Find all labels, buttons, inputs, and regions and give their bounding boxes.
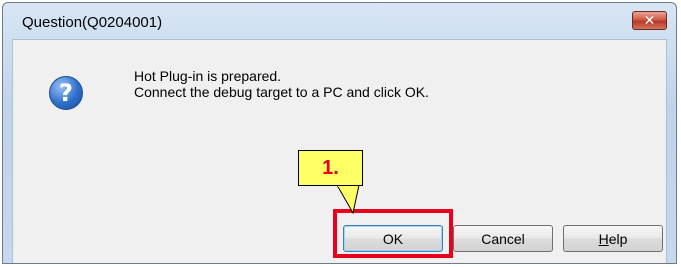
help-button[interactable]: Help bbox=[563, 225, 663, 252]
cancel-button[interactable]: Cancel bbox=[453, 225, 553, 252]
question-icon: ? bbox=[49, 76, 83, 110]
step-callout: 1. bbox=[298, 150, 363, 186]
dialog-title: Question(Q0204001) bbox=[22, 14, 163, 31]
help-mnemonic: H bbox=[598, 230, 609, 247]
step-label: 1. bbox=[322, 156, 339, 179]
callout-pointer bbox=[336, 185, 360, 215]
message-line-1: Hot Plug-in is prepared. bbox=[134, 68, 282, 84]
close-icon: ✕ bbox=[643, 12, 656, 29]
ok-highlight-box bbox=[333, 209, 453, 258]
message-line-2: Connect the debug target to a PC and cli… bbox=[134, 84, 429, 100]
close-button[interactable]: ✕ bbox=[632, 11, 667, 30]
help-label-rest: elp bbox=[608, 230, 628, 247]
